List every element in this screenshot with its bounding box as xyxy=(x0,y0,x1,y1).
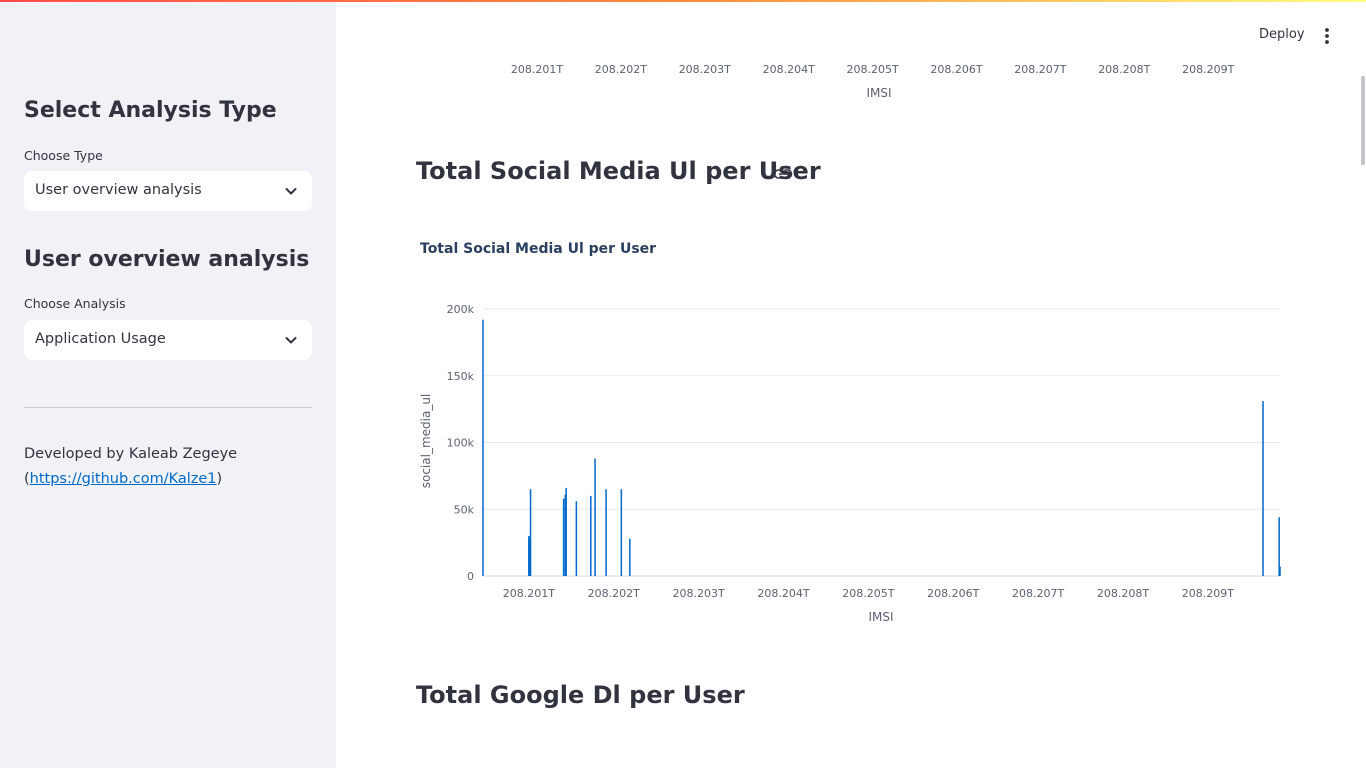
sidebar-divider xyxy=(24,407,312,408)
chart-bar[interactable] xyxy=(1279,566,1281,576)
chevron-down-icon xyxy=(285,337,297,344)
github-link[interactable]: https://github.com/Kalze1 xyxy=(30,471,217,487)
scrollbar[interactable] xyxy=(1361,76,1365,165)
analysis-select[interactable]: Application Usage xyxy=(24,320,312,360)
chart-bar[interactable] xyxy=(594,458,596,576)
chart-bar[interactable] xyxy=(564,494,567,576)
previous-chart-x-axis-label: IMSI xyxy=(866,86,891,100)
developer-credit: Developed by Kaleab Zegeye (https://gith… xyxy=(24,442,314,492)
deploy-button[interactable]: Deploy xyxy=(1259,27,1305,42)
previous-chart-x-tick-label: 208.209T xyxy=(1182,63,1234,76)
x-axis-label: IMSI xyxy=(868,610,893,624)
y-tick-label: 150k xyxy=(447,370,475,383)
previous-chart-x-tick-label: 208.208T xyxy=(1098,63,1150,76)
chart-bar[interactable] xyxy=(529,489,532,576)
sidebar: Select Analysis Type Choose Type User ov… xyxy=(0,0,336,768)
credit-close-paren: ) xyxy=(216,471,223,487)
chart-bar[interactable] xyxy=(575,501,578,576)
type-select[interactable]: User overview analysis xyxy=(24,171,312,211)
previous-chart-x-tick-label: 208.206T xyxy=(930,63,982,76)
previous-chart-x-tick-label: 208.205T xyxy=(846,63,898,76)
choose-type-label: Choose Type xyxy=(24,148,103,163)
chart-bar[interactable] xyxy=(620,489,623,576)
chart-bar[interactable] xyxy=(629,538,631,576)
y-tick-label: 100k xyxy=(447,437,475,450)
credit-text: Developed by Kaleab Zegeye xyxy=(24,446,238,462)
analysis-select-value: Application Usage xyxy=(35,331,166,347)
chart-bar[interactable] xyxy=(1262,401,1264,576)
chart-bars xyxy=(482,319,1281,576)
y-tick-label: 0 xyxy=(467,570,474,583)
chart-bar[interactable] xyxy=(605,489,607,576)
x-tick-label: 208.208T xyxy=(1097,587,1149,600)
y-tick-label: 50k xyxy=(454,503,475,516)
section-title-google-dl: Total Google Dl per User xyxy=(416,681,745,709)
y-tick-label: 200k xyxy=(447,303,475,316)
x-tick-label: 208.205T xyxy=(842,587,894,600)
section-heading: User overview analysis xyxy=(24,247,310,272)
section-title-social-media-ul: Total Social Media Ul per User xyxy=(416,157,821,185)
chart-canvas: 208.201T 208.202T 208.203T 208.204T 208.205T… xyxy=(419,63,1281,624)
main-content: Deploy 208.201T 208.202T 208.203T 208.204T 2… xyxy=(336,0,1366,768)
chart-bar[interactable] xyxy=(482,319,484,576)
chevron-down-icon xyxy=(285,188,297,195)
type-select-value: User overview analysis xyxy=(35,182,202,198)
x-tick-label: 208.201T xyxy=(503,587,555,600)
chart-bar[interactable] xyxy=(528,538,531,576)
chart-bar[interactable] xyxy=(1278,517,1280,576)
kebab-menu-icon[interactable] xyxy=(1319,26,1335,46)
previous-chart-x-tick-label: 208.203T xyxy=(679,63,731,76)
analysis-type-heading: Select Analysis Type xyxy=(24,98,277,123)
y-axis-ticks: 0 50k 100k 150k 200k xyxy=(447,303,475,583)
x-tick-label: 208.203T xyxy=(672,587,724,600)
chart-title: Total Social Media Ul per User xyxy=(420,241,657,257)
x-axis-ticks: 208.201T 208.202T 208.203T 208.204T 208.205T… xyxy=(503,587,1235,600)
x-tick-label: 208.204T xyxy=(757,587,809,600)
choose-analysis-label: Choose Analysis xyxy=(24,296,126,311)
link-icon[interactable] xyxy=(773,168,793,180)
previous-chart-x-tick-label: 208.204T xyxy=(763,63,815,76)
x-tick-label: 208.202T xyxy=(588,587,640,600)
x-tick-label: 208.207T xyxy=(1012,587,1064,600)
chart-bar[interactable] xyxy=(590,495,592,576)
previous-chart-x-tick-label: 208.201T xyxy=(511,63,563,76)
chart-bar[interactable] xyxy=(562,498,565,576)
chart-gridlines xyxy=(483,308,1280,577)
top-decoration-bar xyxy=(0,0,1366,2)
x-tick-label: 208.209T xyxy=(1182,587,1234,600)
y-axis-label: social_media_ul xyxy=(419,394,433,489)
previous-chart-x-axis: 208.201T 208.202T 208.203T 208.204T 208.205T… xyxy=(511,63,1235,100)
chart-bar[interactable] xyxy=(528,535,530,576)
previous-chart-x-tick-label: 208.207T xyxy=(1014,63,1066,76)
x-tick-label: 208.206T xyxy=(927,587,979,600)
previous-chart-x-tick-label: 208.202T xyxy=(595,63,647,76)
chart-bar[interactable] xyxy=(565,487,567,576)
